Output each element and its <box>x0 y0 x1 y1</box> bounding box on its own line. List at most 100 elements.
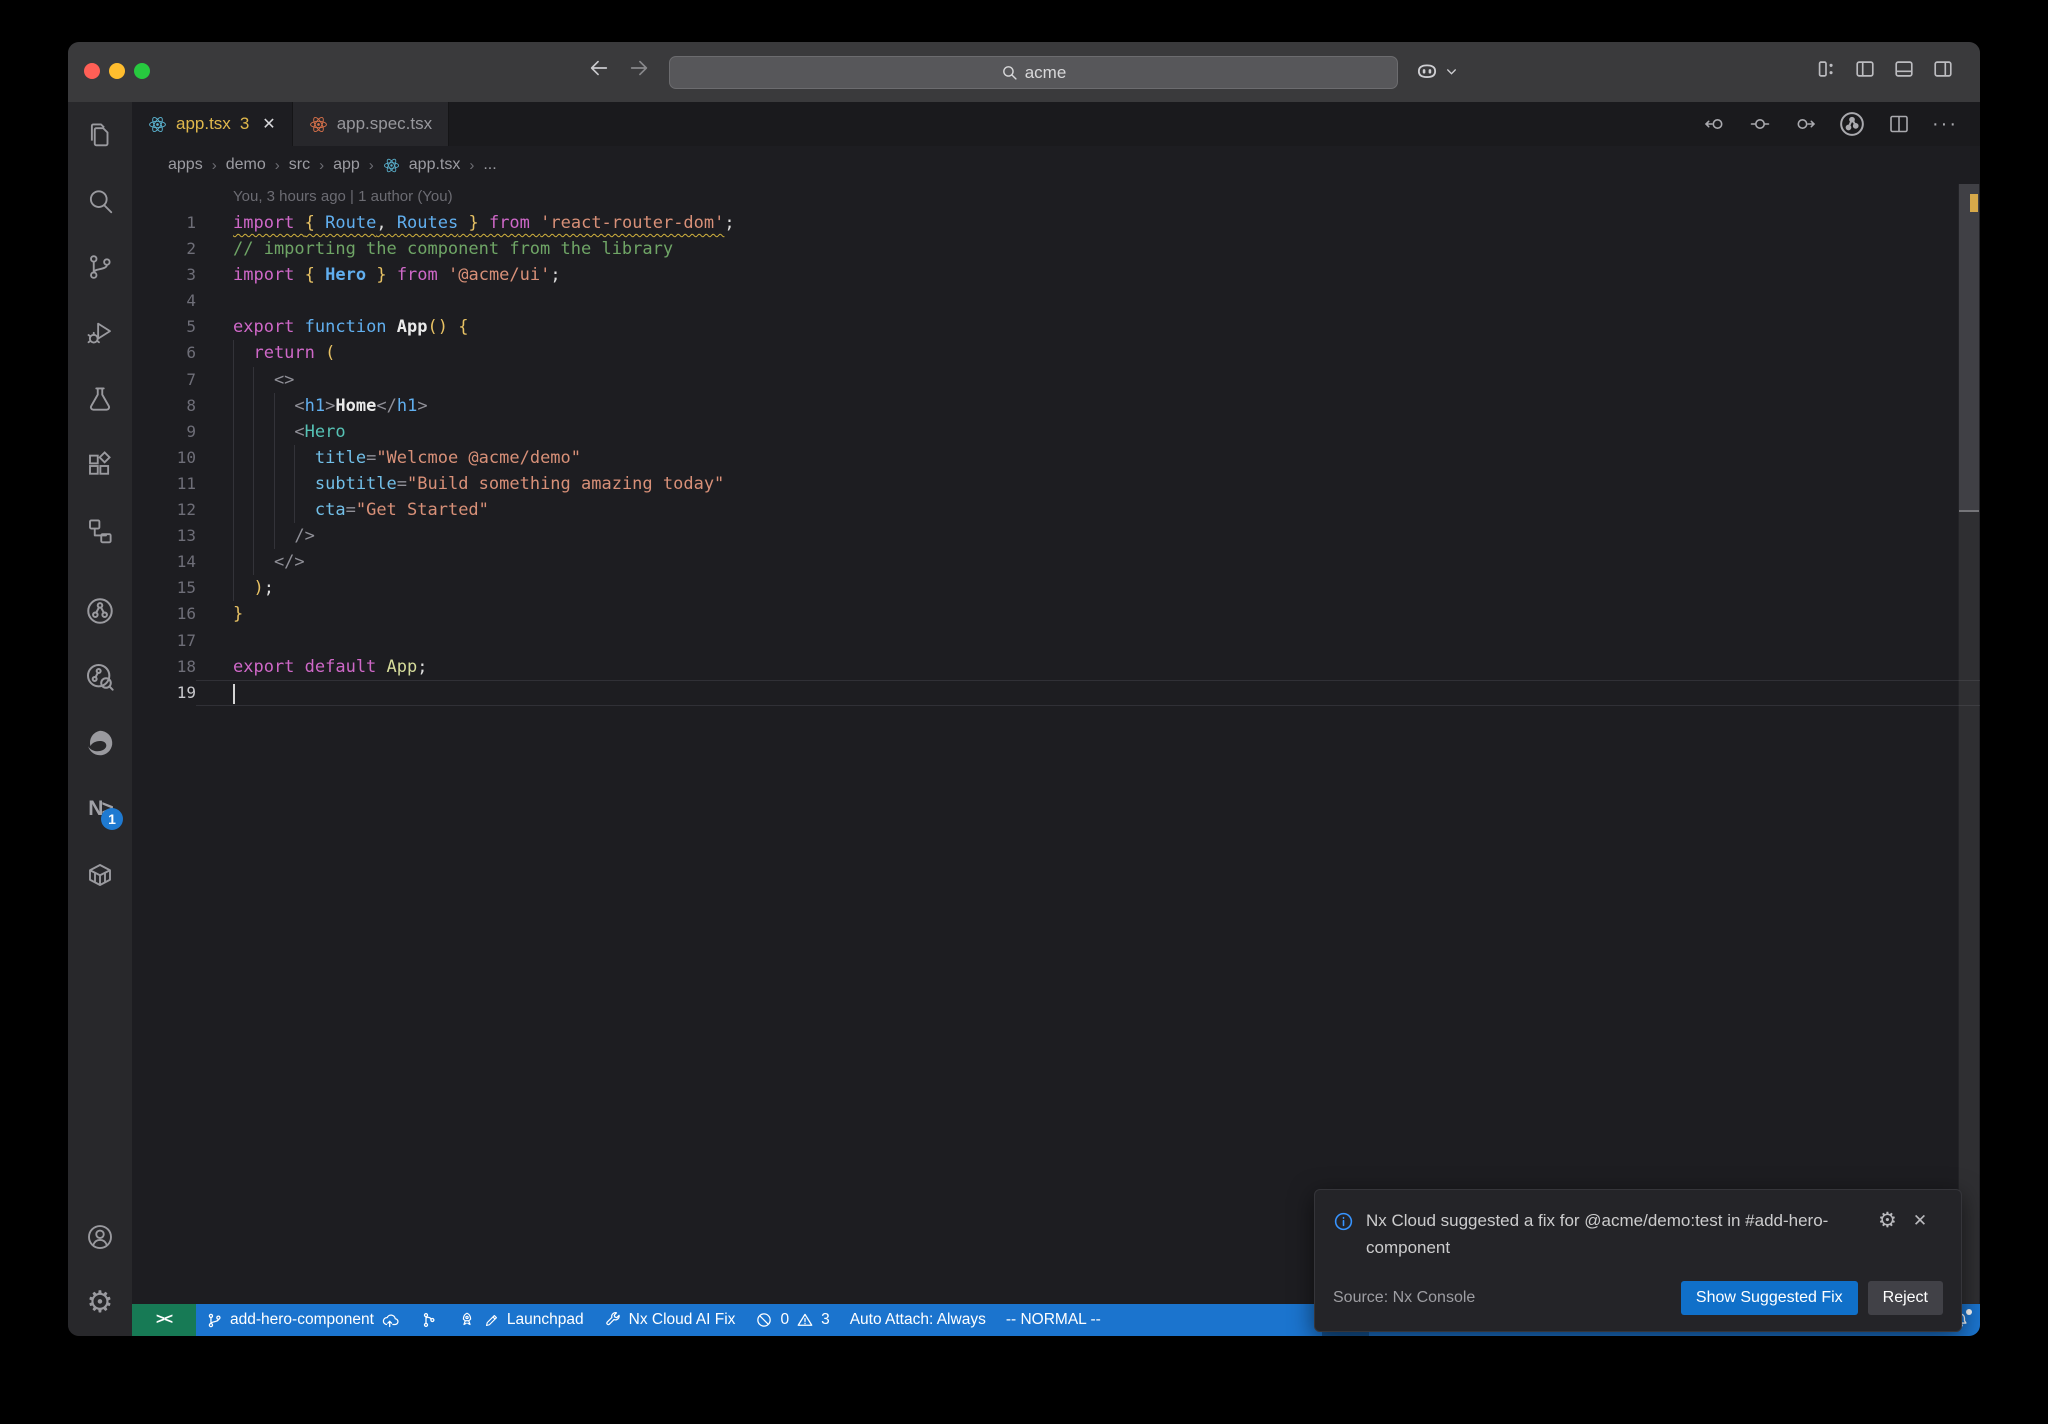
breadcrumb: apps › demo › src › app › app.tsx › ... <box>132 146 1980 184</box>
problems-item[interactable]: 0 3 <box>745 1304 839 1336</box>
pencil-icon <box>483 1312 500 1329</box>
code-line-15[interactable]: 15 ); <box>132 575 1980 602</box>
edge-tools-icon[interactable] <box>68 710 132 776</box>
git-graph-item[interactable] <box>410 1304 448 1336</box>
notification-settings-icon[interactable]: ⚙ <box>1878 1210 1897 1231</box>
nx-graph-search-icon[interactable] <box>68 644 132 710</box>
more-actions-icon[interactable]: ··· <box>1932 113 1958 136</box>
code-line-5[interactable]: 5 export function App() { <box>132 314 1980 340</box>
run-target-graph-icon[interactable] <box>1838 110 1866 138</box>
code-line-4[interactable]: 4 <box>132 288 1980 314</box>
code-line-14[interactable]: 14 </> <box>132 549 1980 576</box>
code-line-6[interactable]: 6 return ( <box>132 340 1980 367</box>
editor-scrollbar[interactable] <box>1958 184 1980 1304</box>
nav-previous-icon[interactable] <box>1703 112 1727 136</box>
traffic-lights <box>84 63 150 79</box>
project-hierarchy-icon[interactable] <box>68 498 132 564</box>
indent-guide <box>273 470 275 498</box>
show-suggested-fix-button[interactable]: Show Suggested Fix <box>1680 1281 1858 1315</box>
warning-squiggle: import { Route, Routes } from 'react-rou… <box>233 213 725 233</box>
nx-cloud-fix-item[interactable]: Nx Cloud AI Fix <box>594 1304 746 1336</box>
wrench-icon <box>604 1311 622 1329</box>
close-window-button[interactable] <box>84 63 100 79</box>
source-control-icon[interactable] <box>68 234 132 300</box>
nav-next-icon[interactable] <box>1793 112 1817 136</box>
code-line-2[interactable]: 2// importing the component from the lib… <box>132 236 1980 262</box>
containers-icon[interactable] <box>68 842 132 908</box>
maximize-window-button[interactable] <box>134 63 150 79</box>
indent-guide <box>253 418 255 445</box>
toggle-secondary-sidebar-icon[interactable] <box>1932 58 1954 80</box>
close-tab-icon[interactable]: ✕ <box>262 114 275 134</box>
indent-guide <box>233 392 234 419</box>
line-number: 6 <box>186 343 196 363</box>
tab-label: app.spec.tsx <box>336 114 433 133</box>
indent-guide <box>253 392 255 419</box>
line-number: 8 <box>186 395 196 415</box>
split-editor-icon[interactable] <box>1887 112 1911 136</box>
notification-source: Source: Nx Console <box>1333 1289 1476 1306</box>
code-line-12[interactable]: 12 cta="Get Started" <box>132 497 1980 524</box>
explorer-icon[interactable] <box>68 102 132 168</box>
minimize-window-button[interactable] <box>109 63 125 79</box>
nx-graph-icon[interactable] <box>68 578 132 644</box>
code-line-11[interactable]: 11 subtitle="Build something amazing tod… <box>132 470 1980 498</box>
breadcrumb-item[interactable]: ... <box>483 156 496 174</box>
indent-guide <box>253 366 255 393</box>
code-line-8[interactable]: 8 <h1>Home</h1> <box>132 392 1980 419</box>
indent-guide <box>253 444 255 471</box>
testing-icon[interactable] <box>68 366 132 432</box>
customize-layout-icon[interactable] <box>1815 58 1837 80</box>
nav-current-icon[interactable] <box>1748 112 1772 136</box>
indent-guide <box>294 470 296 498</box>
code-line-7[interactable]: 7 <> <box>132 366 1980 393</box>
accounts-icon[interactable] <box>68 1204 132 1270</box>
indent-guide <box>233 497 234 524</box>
breadcrumb-item[interactable]: demo <box>226 156 266 174</box>
run-and-debug-icon[interactable] <box>68 300 132 366</box>
indent-guide <box>253 470 255 498</box>
auto-attach-item[interactable]: Auto Attach: Always <box>840 1304 996 1336</box>
code-editor[interactable]: You, 3 hours ago | 1 author (You) 1 impor… <box>132 184 1980 1304</box>
react-icon <box>383 157 400 174</box>
tab-app-spec-tsx[interactable]: app.spec.tsx <box>292 102 450 146</box>
vim-mode-item[interactable]: -- NORMAL -- <box>996 1304 1111 1336</box>
code-line-16[interactable]: 16} <box>132 601 1980 627</box>
launchpad-item[interactable]: Launchpad <box>448 1304 594 1336</box>
code-line-18[interactable]: 18 export default App; <box>132 654 1980 680</box>
nx-console-icon[interactable]: N> 1 <box>68 776 132 842</box>
chevron-down-icon <box>1445 65 1458 78</box>
toggle-primary-sidebar-icon[interactable] <box>1854 58 1876 80</box>
breadcrumb-item[interactable]: apps <box>168 156 203 174</box>
settings-gear-icon[interactable]: ⚙ <box>68 1270 132 1336</box>
code-line-10[interactable]: 10 title="Welcmoe @acme/demo" <box>132 444 1980 471</box>
tab-app-tsx[interactable]: app.tsx 3 ✕ <box>132 102 293 146</box>
search-view-icon[interactable] <box>68 168 132 234</box>
breadcrumb-item[interactable]: app.tsx <box>409 156 461 174</box>
code-line-9[interactable]: 9 <Hero <box>132 418 1980 445</box>
scrollbar-slider[interactable] <box>1959 184 1979 510</box>
go-forward-button[interactable] <box>628 57 650 79</box>
line-number: 13 <box>176 526 196 546</box>
code-line-17[interactable]: 17 <box>132 628 1980 654</box>
git-branch-item[interactable]: add-hero-component <box>196 1304 410 1336</box>
code-line-13[interactable]: 13 /> <box>132 523 1980 550</box>
code-line-3[interactable]: 3 import { Hero } from '@acme/ui'; <box>132 262 1980 288</box>
line-number: 15 <box>176 578 196 598</box>
code-line-1[interactable]: 1 import { Route, Routes } from 'react-ro… <box>132 210 1980 236</box>
breadcrumb-item[interactable]: src <box>289 156 310 174</box>
reject-button[interactable]: Reject <box>1867 1281 1943 1315</box>
remote-indicator[interactable]: >< <box>132 1304 196 1336</box>
copilot-menu-button[interactable] <box>1414 58 1458 84</box>
indent-guide <box>233 470 234 498</box>
code-line-19[interactable]: 19 <box>132 679 1980 706</box>
indent-guide <box>273 497 275 524</box>
breadcrumb-item[interactable]: app <box>333 156 360 174</box>
extensions-icon[interactable] <box>68 432 132 498</box>
go-back-button[interactable] <box>588 57 610 79</box>
toggle-panel-icon[interactable] <box>1893 58 1915 80</box>
command-center-text: acme <box>1024 62 1067 82</box>
notification-close-icon[interactable]: ✕ <box>1913 1211 1927 1231</box>
command-center-search[interactable]: acme <box>669 56 1398 89</box>
indent-guide <box>294 444 296 471</box>
